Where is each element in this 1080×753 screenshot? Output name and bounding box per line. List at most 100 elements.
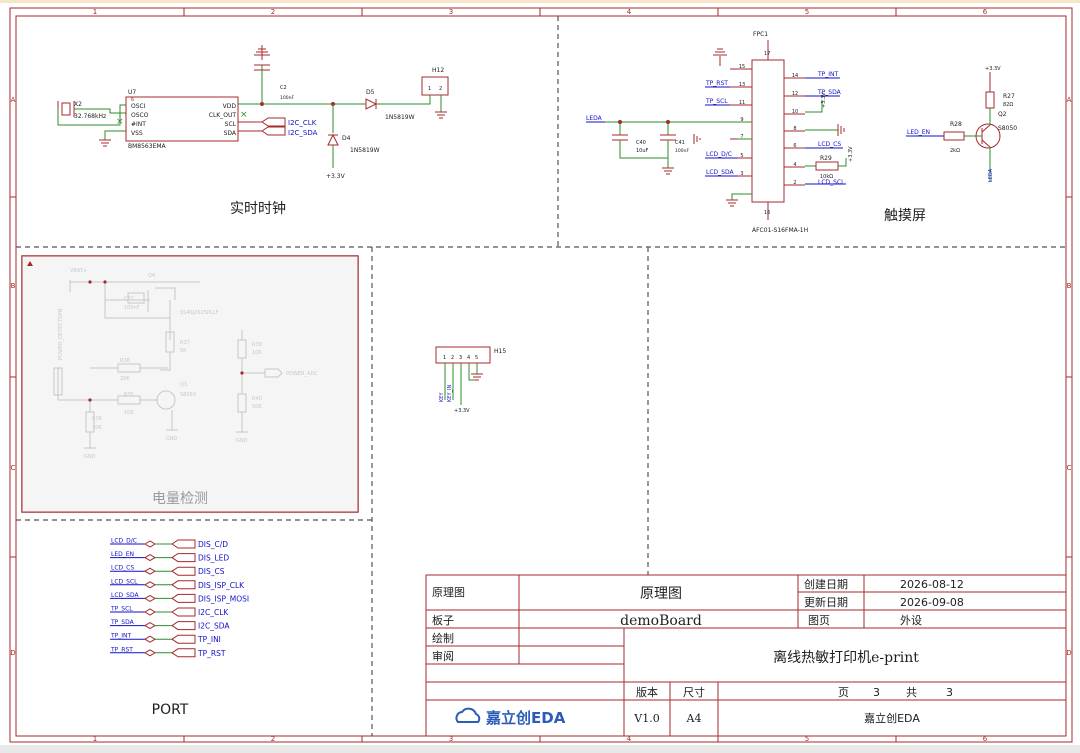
- r29-value: 10kΩ: [820, 174, 833, 180]
- section-label-rtc: 实时时钟: [230, 200, 286, 217]
- r28-ref: R28: [950, 121, 962, 128]
- h12-pin1: 1: [428, 86, 431, 92]
- u7-pin-osco: OSCO: [131, 112, 149, 119]
- column-label-1: 1: [93, 8, 97, 16]
- fpc1-right-pin-number: 10: [792, 109, 798, 115]
- h15-pin4: 4: [467, 355, 470, 361]
- row-label-d: D: [10, 649, 15, 657]
- row-label-b: B: [11, 282, 16, 290]
- h12-pin2: 2: [439, 86, 442, 92]
- fpc1-right-pin-number: 4: [793, 162, 796, 168]
- r27-ref: R27: [1003, 93, 1015, 100]
- u7-ref: U7: [128, 89, 136, 96]
- battery-r40-value: 50K: [252, 404, 262, 410]
- fpc1-right-pin-number: 6: [793, 143, 796, 149]
- battery-r35-value: 10K: [124, 410, 134, 416]
- net-tp-scl: TP_SCL: [705, 98, 728, 105]
- net-tp-rst: TP_RST: [705, 80, 728, 87]
- chip-u7[interactable]: U7 BM8563EMA OSCI OSCO #INT VSS VDD CLK_…: [125, 89, 239, 150]
- port-net-left: LCD_SDA: [111, 592, 139, 599]
- fpc1-left-pin-number: 11: [739, 100, 745, 106]
- u7-pin-vss: VSS: [131, 130, 143, 137]
- battery-q4-part: SS4SJ2625PLLF: [180, 310, 218, 316]
- port-net-right: I2C_CLK: [198, 608, 229, 617]
- row-label-c-right: C: [1067, 464, 1072, 472]
- tb-label-updated: 更新日期: [804, 595, 848, 609]
- net-i2c-sda: I2C_SDA: [288, 129, 318, 137]
- battery-power-adc: POWER_ADC: [286, 371, 318, 377]
- net-tp-int: TP_INT: [817, 71, 839, 78]
- tb-page-num: 3: [873, 686, 880, 699]
- column-label-4: 4: [627, 8, 632, 16]
- net-led-en: LED_EN: [907, 129, 930, 136]
- u7-pin-vdd: VDD: [223, 103, 237, 110]
- port-net-right: DIS_CS: [198, 567, 225, 576]
- fpc1-left-pin-number: 5: [740, 153, 743, 159]
- battery-r38-value: 20K: [120, 376, 130, 382]
- h15-pin3: 3: [459, 355, 462, 361]
- net-lcd-dc: LCD_D/C: [706, 151, 732, 158]
- battery-r40: R40: [252, 396, 262, 402]
- battery-r38: R38: [120, 358, 130, 364]
- tb-label-version: 版本: [636, 685, 658, 699]
- tb-label-created: 创建日期: [804, 577, 848, 591]
- battery-q3: Q3: [180, 382, 187, 388]
- tb-total-label: 共: [906, 686, 917, 699]
- port-net-left: TP_RST: [110, 646, 133, 653]
- tb-size-value: A4: [686, 712, 702, 725]
- tb-board-value: demoBoard: [620, 613, 702, 629]
- x2-ref: X2: [74, 101, 82, 108]
- u7-pin6: 6: [131, 97, 134, 103]
- c40-value: 10uF: [636, 148, 649, 154]
- c2-ref: C2: [280, 85, 287, 91]
- tb-schematic-value: 原理图: [640, 586, 682, 602]
- c41-value: 100nF: [675, 148, 689, 154]
- net-i2c-clk: I2C_CLK: [288, 119, 317, 127]
- battery-c37-value: 100nF: [124, 305, 140, 311]
- r28-value: 2kΩ: [950, 148, 960, 154]
- h15-net-key: KEY: [439, 392, 445, 402]
- bottom-strip: [0, 745, 1080, 753]
- tb-version-value: V1.0: [633, 712, 659, 725]
- port-net-right: DIS_ISP_MOSI: [198, 594, 249, 603]
- row-label-d-right: D: [1066, 649, 1071, 657]
- net-leda-left: LEDA: [586, 115, 603, 122]
- battery-vbat: VBAT+: [70, 268, 87, 274]
- fpc1-right-pin-number: 2: [793, 180, 796, 186]
- u7-pin-scl: SCL: [225, 121, 237, 128]
- tb-page-label: 页: [838, 686, 849, 699]
- column-label-2-bottom: 2: [271, 735, 275, 743]
- battery-q3-part: S8050: [180, 392, 196, 398]
- nc-mark-clkout: ×: [240, 110, 248, 120]
- h15-power: +3.3V: [454, 408, 470, 414]
- tb-label-schematic: 原理图: [432, 586, 465, 599]
- battery-r39: R39: [252, 342, 262, 348]
- u7-pin-osci: OSCI: [131, 103, 146, 110]
- row-label-a: A: [11, 96, 16, 104]
- tb-label-review: 审阅: [432, 649, 454, 663]
- logo-text: 嘉立创EDA: [485, 709, 566, 727]
- battery-gnd-2: GND: [166, 436, 178, 442]
- h15-pin5: 5: [475, 355, 478, 361]
- h15-ref: H15: [494, 348, 506, 355]
- fpc1-right-pin-number: 12: [792, 91, 798, 97]
- column-label-2: 2: [271, 8, 275, 16]
- nc-mark-int: ×: [116, 117, 124, 127]
- battery-detect-block[interactable]: VBAT+ Q4 SS4SJ2625PLLF C37 100nF POWER_D…: [21, 255, 359, 513]
- net-leda-right: LEDA: [988, 168, 994, 182]
- tb-total-num: 3: [946, 686, 953, 699]
- d5-part: 1N5819W: [385, 114, 415, 121]
- port-net-left: LCD_CS: [111, 565, 134, 572]
- battery-r35: R35: [124, 392, 134, 398]
- h15-net-key-in: KEY_IN: [447, 385, 453, 402]
- net-lcd-sda: LCD_SDA: [706, 169, 734, 176]
- battery-gnd-1: GND: [84, 454, 96, 460]
- section-label-battery: 电量检测: [152, 491, 208, 507]
- c2-value: 100nF: [280, 95, 294, 101]
- x2-value: 32.768kHz: [74, 113, 106, 120]
- port-net-right: TP_RST: [197, 649, 226, 658]
- r27-value: 82Ω: [1003, 102, 1013, 108]
- u7-pin-clkout: CLK_OUT: [209, 112, 237, 119]
- section-label-touch: 触摸屏: [884, 208, 926, 224]
- touch-right-power: +3.3V: [821, 92, 827, 108]
